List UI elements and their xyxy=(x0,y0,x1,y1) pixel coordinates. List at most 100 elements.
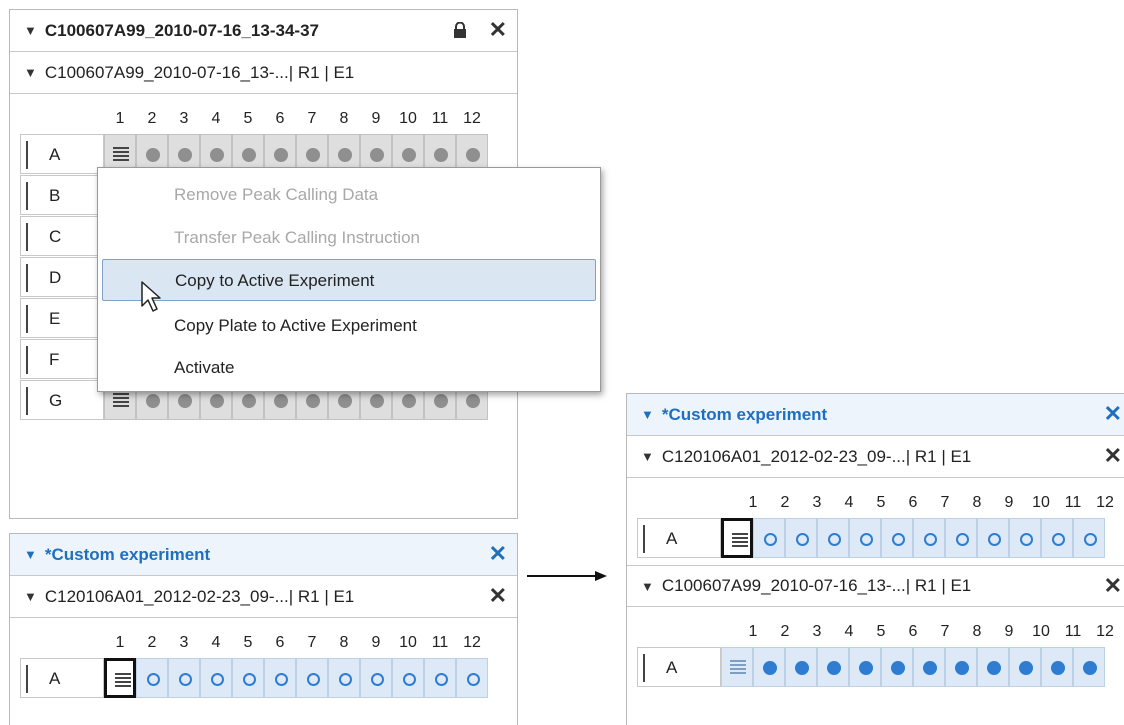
well[interactable] xyxy=(945,647,977,687)
collapse-triangle-icon[interactable]: ▼ xyxy=(641,407,654,422)
column-header: 1 2 3 4 5 6 7 8 9 10 11 12 xyxy=(104,628,488,658)
well-row xyxy=(104,658,488,698)
well[interactable] xyxy=(392,658,424,698)
collapse-triangle-icon[interactable]: ▼ xyxy=(641,449,654,464)
plate-header[interactable]: ▼ C100607A99_2010-07-16_13-...| R1 | E1 xyxy=(10,52,517,94)
row-label-text: A xyxy=(666,529,678,548)
well[interactable] xyxy=(424,658,456,698)
well[interactable] xyxy=(753,518,785,558)
close-icon[interactable]: ✕ xyxy=(489,542,507,566)
well[interactable] xyxy=(881,518,913,558)
well[interactable] xyxy=(328,658,360,698)
menu-item-transfer-peak-calling-instruction[interactable]: Transfer Peak Calling Instruction xyxy=(102,217,596,259)
menu-item-label: Remove Peak Calling Data xyxy=(174,185,379,204)
column-label: 7 xyxy=(307,110,317,127)
row-label[interactable]: E xyxy=(20,298,104,338)
collapse-triangle-icon[interactable]: ▼ xyxy=(24,589,37,604)
collapse-triangle-icon[interactable]: ▼ xyxy=(641,579,654,594)
well[interactable] xyxy=(168,658,200,698)
row-label[interactable]: D xyxy=(20,257,104,297)
collapse-triangle-icon[interactable]: ▼ xyxy=(24,547,37,562)
well[interactable] xyxy=(785,647,817,687)
experiment-header[interactable]: ▼ *Custom experiment ✕ xyxy=(627,394,1124,436)
column-label: 9 xyxy=(371,634,381,651)
empty-well-icon xyxy=(828,533,841,546)
lock-icon[interactable] xyxy=(453,22,467,38)
well[interactable] xyxy=(1041,518,1073,558)
well[interactable] xyxy=(753,647,785,687)
plate-header[interactable]: ▼ C120106A01_2012-02-23_09-...| R1 | E1 … xyxy=(10,576,517,618)
row-label[interactable]: A xyxy=(20,134,104,174)
well[interactable] xyxy=(200,658,232,698)
mouse-cursor-icon xyxy=(141,281,161,312)
close-icon[interactable]: ✕ xyxy=(489,584,507,608)
row-label[interactable]: G xyxy=(20,380,104,420)
well[interactable] xyxy=(881,647,913,687)
column-label: 5 xyxy=(243,110,253,127)
close-icon[interactable]: ✕ xyxy=(1104,402,1122,426)
well[interactable] xyxy=(1041,647,1073,687)
well[interactable] xyxy=(104,658,136,698)
well[interactable] xyxy=(721,647,753,687)
column-header: 1 2 3 4 5 6 7 8 9 10 11 12 xyxy=(104,104,488,134)
well[interactable] xyxy=(456,658,488,698)
well[interactable] xyxy=(977,647,1009,687)
experiment-header[interactable]: ▼ C100607A99_2010-07-16_13-34-37 ✕ xyxy=(10,10,517,52)
row-label[interactable]: F xyxy=(20,339,104,379)
row-label[interactable]: C xyxy=(20,216,104,256)
well[interactable] xyxy=(817,647,849,687)
sample-dot-icon xyxy=(306,148,320,162)
plate-title: C120106A01_2012-02-23_09-...| R1 | E1 xyxy=(44,586,355,606)
column-label: 4 xyxy=(844,494,854,511)
menu-item-copy-to-active-experiment[interactable]: Copy to Active Experiment xyxy=(102,259,596,301)
column-label: 11 xyxy=(1064,623,1082,640)
well[interactable] xyxy=(913,518,945,558)
well[interactable] xyxy=(945,518,977,558)
column-label: 6 xyxy=(908,494,918,511)
well[interactable] xyxy=(721,518,753,558)
well[interactable] xyxy=(849,647,881,687)
column-label: 2 xyxy=(147,634,157,651)
ladder-icon xyxy=(113,393,129,408)
plate-header[interactable]: ▼ C120106A01_2012-02-23_09-...| R1 | E1 … xyxy=(627,436,1124,478)
well[interactable] xyxy=(1073,647,1105,687)
well[interactable] xyxy=(1073,518,1105,558)
column-label: 6 xyxy=(275,110,285,127)
row-label[interactable]: A xyxy=(637,647,721,687)
experiment-header[interactable]: ▼ *Custom experiment ✕ xyxy=(10,534,517,576)
sample-dot-icon xyxy=(827,661,841,675)
menu-item-remove-peak-calling-data[interactable]: Remove Peak Calling Data xyxy=(102,174,596,216)
sample-dot-icon xyxy=(210,394,224,408)
well[interactable] xyxy=(296,658,328,698)
well[interactable] xyxy=(977,518,1009,558)
well-row xyxy=(721,647,1105,687)
empty-well-icon xyxy=(403,673,416,686)
well[interactable] xyxy=(264,658,296,698)
sample-dot-icon xyxy=(178,394,192,408)
menu-item-copy-plate-to-active-experiment[interactable]: Copy Plate to Active Experiment xyxy=(102,305,596,347)
collapse-triangle-icon[interactable]: ▼ xyxy=(24,23,37,38)
plate-header[interactable]: ▼ C100607A99_2010-07-16_13-...| R1 | E1 … xyxy=(627,565,1124,607)
well[interactable] xyxy=(136,658,168,698)
row-label[interactable]: B xyxy=(20,175,104,215)
well[interactable] xyxy=(817,518,849,558)
column-label: 9 xyxy=(1004,494,1014,511)
row-label[interactable]: A xyxy=(20,658,104,698)
collapse-triangle-icon[interactable]: ▼ xyxy=(24,65,37,80)
column-label: 8 xyxy=(339,110,349,127)
column-label: 1 xyxy=(115,110,125,127)
well[interactable] xyxy=(1009,518,1041,558)
well[interactable] xyxy=(232,658,264,698)
well[interactable] xyxy=(913,647,945,687)
well[interactable] xyxy=(849,518,881,558)
empty-well-icon xyxy=(924,533,937,546)
well[interactable] xyxy=(360,658,392,698)
row-label[interactable]: A xyxy=(637,518,721,558)
close-icon[interactable]: ✕ xyxy=(1104,574,1122,598)
well[interactable] xyxy=(785,518,817,558)
menu-item-activate[interactable]: Activate xyxy=(102,347,596,389)
close-icon[interactable]: ✕ xyxy=(489,18,507,42)
close-icon[interactable]: ✕ xyxy=(1104,444,1122,468)
column-label: 6 xyxy=(275,634,285,651)
well[interactable] xyxy=(1009,647,1041,687)
